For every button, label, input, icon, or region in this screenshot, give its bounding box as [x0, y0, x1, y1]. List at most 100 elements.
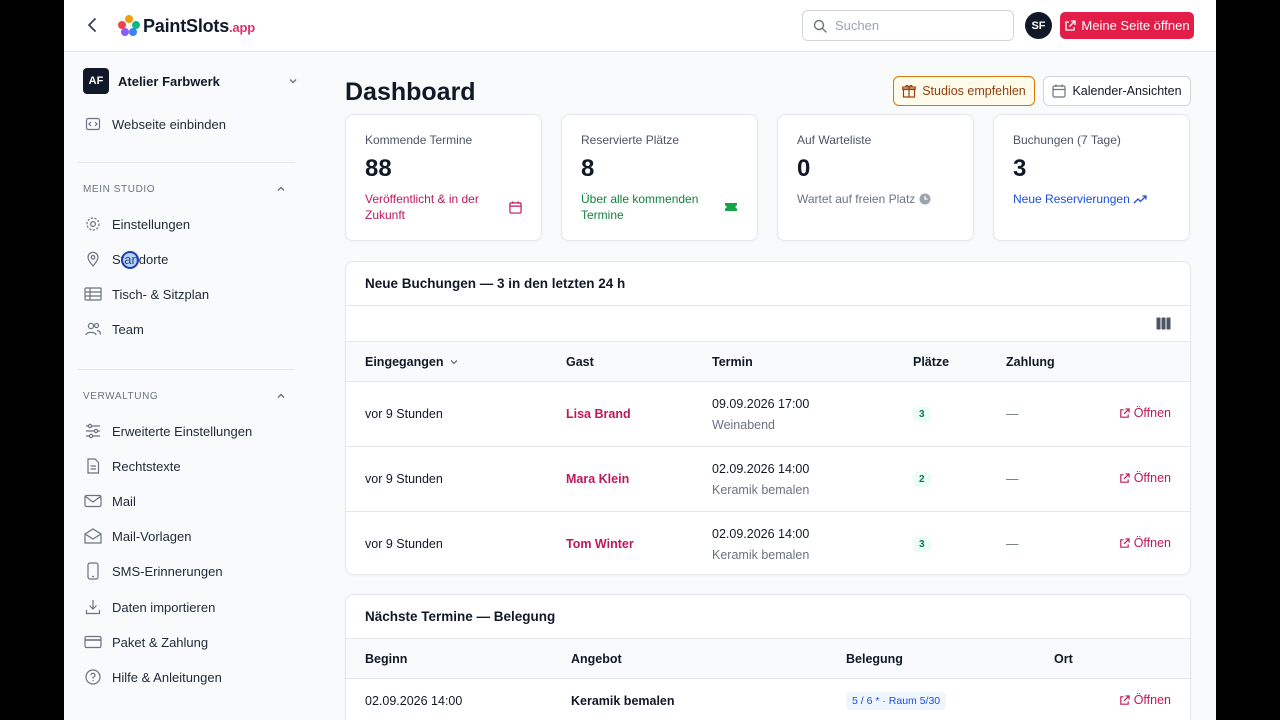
stat-value: 0: [797, 155, 811, 182]
stat-card-waitlist[interactable]: Auf Warteliste 0 Wartet auf freien Platz: [777, 114, 974, 241]
sidebar-item-settings[interactable]: Einstellungen: [83, 212, 190, 236]
cell-payment: —: [1006, 537, 1019, 551]
stat-card-upcoming[interactable]: Kommende Termine 88 Veröffentlicht & in …: [345, 114, 542, 241]
gift-icon: [902, 84, 917, 98]
search-input[interactable]: [835, 18, 995, 33]
column-header-payment[interactable]: Zahlung: [1006, 355, 1055, 369]
table-row[interactable]: vor 9 Stunden Lisa Brand 09.09.2026 17:0…: [346, 382, 1190, 447]
guest-link[interactable]: Lisa Brand: [566, 407, 631, 421]
panel-title: Neue Buchungen — 3 in den letzten 24 h: [346, 262, 1190, 306]
column-header-offer[interactable]: Angebot: [571, 652, 622, 666]
palette-logo-icon: [118, 15, 140, 37]
stat-subtext: Wartet auf freien Platz: [797, 192, 916, 206]
table-toolbar: [346, 306, 1190, 342]
sidebar-item-help[interactable]: Hilfe & Anleitungen: [83, 665, 222, 689]
stat-subtext: Über alle kommenden Termine: [581, 192, 699, 222]
sidebar-item-advanced-settings[interactable]: Erweiterte Einstellungen: [83, 419, 252, 443]
open-button[interactable]: Öffnen: [1119, 406, 1171, 420]
cell-date: 02.09.2026 14:00: [712, 462, 810, 476]
table-row[interactable]: vor 9 Stunden Tom Winter 02.09.2026 14:0…: [346, 512, 1190, 574]
sidebar-item-legal-texts[interactable]: Rechtstexte: [83, 454, 181, 478]
open-my-page-button[interactable]: Meine Seite öffnen: [1060, 12, 1194, 39]
cell-date: 02.09.2026 14:00: [712, 527, 810, 541]
calendar-icon: [509, 201, 522, 214]
table-row[interactable]: 02.09.2026 14:00 Keramik bemalen 5 / 6 *…: [346, 679, 1190, 720]
column-header-date[interactable]: Termin: [712, 355, 753, 369]
back-arrow-icon[interactable]: [82, 14, 104, 36]
column-header-start[interactable]: Beginn: [365, 652, 407, 666]
panel-title: Nächste Termine — Belegung: [346, 595, 1190, 639]
sidebar-item-label: SMS-Erinnerungen: [112, 563, 223, 579]
stat-subtext: Neue Reservierungen: [1013, 192, 1130, 206]
column-header-guest[interactable]: Gast: [566, 355, 594, 369]
section-header-studio[interactable]: MEIN STUDIO: [83, 183, 287, 195]
stat-subtext: Veröffentlicht & in der Zukunft: [365, 192, 479, 222]
search-box[interactable]: [802, 10, 1014, 41]
stat-value: 88: [365, 155, 392, 182]
stat-card-bookings-7d[interactable]: Buchungen (7 Tage) 3 Neue Reservierungen: [993, 114, 1190, 241]
sidebar-item-label: Paket & Zahlung: [112, 634, 209, 650]
cell-offer: Keramik bemalen: [712, 548, 810, 562]
chevron-up-icon: [277, 186, 285, 191]
seats-badge: 2: [913, 472, 931, 487]
top-bar: PaintSlots.app SF Meine Seite öffnen: [64, 0, 1216, 52]
sidebar-item-label: Team: [112, 321, 144, 337]
section-header-admin[interactable]: VERWALTUNG: [83, 390, 287, 402]
ticket-icon: [725, 203, 737, 211]
stat-label: Reservierte Plätze: [581, 133, 680, 147]
divider: [78, 162, 295, 163]
table-row[interactable]: vor 9 Stunden Mara Klein 02.09.2026 14:0…: [346, 447, 1190, 512]
stat-label: Auf Warteliste: [797, 133, 872, 147]
cell-date: 09.09.2026 17:00: [712, 397, 810, 411]
table-header: Eingegangen Gast Termin Plätze Zahlung: [346, 342, 1190, 382]
guest-link[interactable]: Mara Klein: [566, 472, 629, 486]
studio-name: Atelier Farbwerk: [118, 73, 220, 89]
external-link-icon: [1119, 537, 1130, 548]
open-button[interactable]: Öffnen: [1119, 471, 1171, 485]
column-header-occupancy[interactable]: Belegung: [846, 652, 903, 666]
cell-start: 02.09.2026 14:00: [365, 694, 463, 708]
cell-received: vor 9 Stunden: [365, 407, 443, 421]
app-logo[interactable]: PaintSlots.app: [118, 14, 255, 38]
table-icon: [83, 284, 103, 304]
sidebar-item-label: Erweiterte Einstellungen: [112, 423, 253, 439]
sidebar-item-embed-website[interactable]: Webseite einbinden: [83, 112, 226, 136]
open-button[interactable]: Öffnen: [1119, 693, 1171, 707]
sidebar-item-import-data[interactable]: Daten importieren: [83, 595, 215, 619]
stat-value: 8: [581, 155, 595, 182]
map-pin-icon: [83, 249, 103, 269]
studio-switcher[interactable]: AF Atelier Farbwerk: [83, 68, 299, 94]
sliders-icon: [83, 421, 103, 441]
recommend-studios-label: Studios empfehlen: [922, 84, 1026, 98]
logo-brand: PaintSlots: [143, 15, 230, 36]
sidebar-item-plan-payment[interactable]: Paket & Zahlung: [83, 630, 208, 654]
column-header-location[interactable]: Ort: [1054, 652, 1073, 666]
sidebar-item-label: Mail: [112, 493, 136, 509]
sidebar-item-mail-templates[interactable]: Mail-Vorlagen: [83, 524, 192, 548]
section-title: MEIN STUDIO: [83, 183, 156, 195]
occupancy-badge: 5 / 6 * · Raum 5/30: [846, 692, 947, 710]
guest-link[interactable]: Tom Winter: [566, 537, 634, 551]
divider: [78, 369, 295, 370]
open-label: Öffnen: [1133, 693, 1171, 707]
sidebar-item-seating-plan[interactable]: Tisch- & Sitzplan: [83, 282, 209, 306]
envelope-open-icon: [83, 526, 103, 546]
calendar-views-button[interactable]: Kalender-Ansichten: [1043, 76, 1191, 106]
sidebar-item-sms-reminders[interactable]: SMS-Erinnerungen: [83, 559, 223, 583]
columns-icon[interactable]: [1156, 317, 1171, 330]
user-avatar[interactable]: SF: [1025, 12, 1052, 39]
open-button[interactable]: Öffnen: [1119, 536, 1171, 550]
next-appointments-panel: Nächste Termine — Belegung Beginn Angebo…: [345, 594, 1191, 720]
sidebar-item-mail[interactable]: Mail: [83, 489, 136, 513]
calendar-views-label: Kalender-Ansichten: [1072, 84, 1182, 98]
stat-card-reserved[interactable]: Reservierte Plätze 8 Über alle kommenden…: [561, 114, 758, 241]
smartphone-icon: [83, 561, 103, 581]
column-header-received[interactable]: Eingegangen: [365, 355, 459, 369]
calendar-icon: [1052, 84, 1067, 98]
recommend-studios-button[interactable]: Studios empfehlen: [893, 76, 1035, 106]
sidebar-item-team[interactable]: Team: [83, 317, 144, 341]
users-icon: [83, 319, 103, 339]
external-link-icon: [1119, 407, 1130, 418]
column-header-seats[interactable]: Plätze: [913, 355, 949, 369]
external-link-icon: [1119, 694, 1130, 705]
